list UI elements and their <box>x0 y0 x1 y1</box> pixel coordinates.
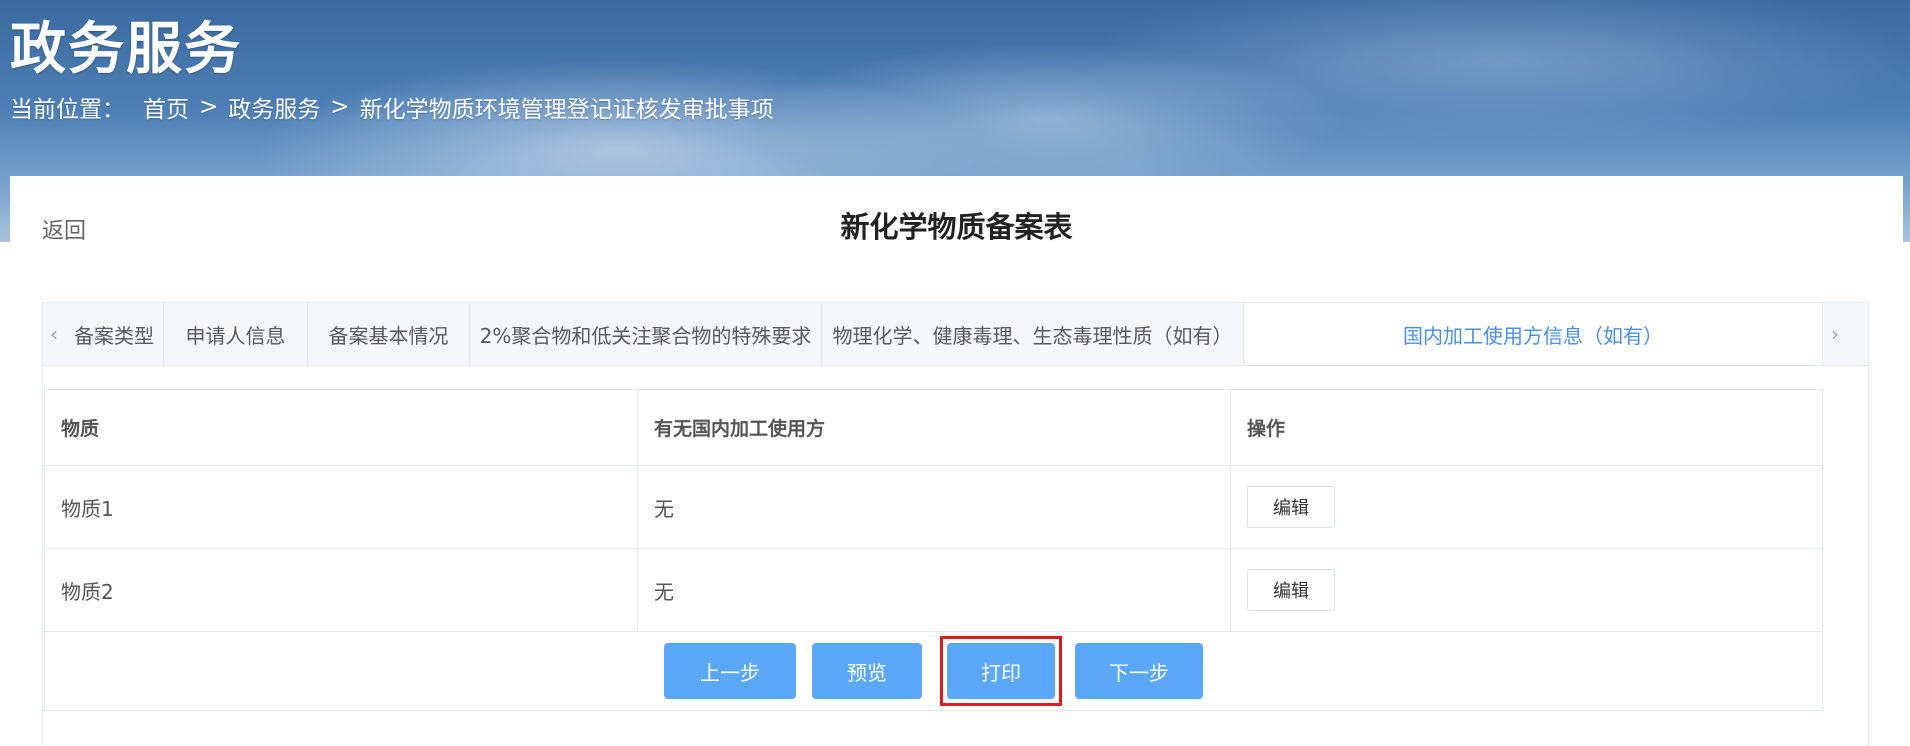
substance-name-cell: 物质1 <box>45 466 638 548</box>
breadcrumb: 当前位置： 首页 > 政务服务 > 新化学物质环境管理登记证核发审批事项 <box>10 90 774 124</box>
domestic-user-cell: 无 <box>638 549 1231 631</box>
tab-polymer-requirements[interactable]: 2%聚合物和低关注聚合物的特殊要求 <box>470 303 822 365</box>
action-cell: 编辑 <box>1231 466 1822 548</box>
tab-applicant-info[interactable]: 申请人信息 <box>164 303 308 365</box>
tab-domestic-processor-info[interactable]: 国内加工使用方信息（如有） <box>1244 303 1822 365</box>
next-step-button[interactable]: 下一步 <box>1075 643 1203 699</box>
column-header-action: 操作 <box>1247 418 1286 440</box>
table-row: 物质1 无 编辑 <box>45 466 1822 549</box>
breadcrumb-label: 当前位置： <box>10 97 125 123</box>
previous-step-button[interactable]: 上一步 <box>664 643 796 699</box>
action-cell: 编辑 <box>1231 549 1822 631</box>
breadcrumb-current-item[interactable]: 新化学物质环境管理登记证核发审批事项 <box>360 90 774 124</box>
main-panel: 返回 新化学物质备案表 ‹ 备案类型 申请人信息 备案基本情况 2%聚合物和低关… <box>10 176 1903 746</box>
tab-physchem-toxicology[interactable]: 物理化学、健康毒理、生态毒理性质（如有） <box>822 303 1244 365</box>
domestic-user-cell: 无 <box>638 466 1231 548</box>
breadcrumb-separator: > <box>330 94 350 120</box>
page-header-title: 政务服务 <box>10 17 242 82</box>
table-row: 物质2 无 编辑 <box>45 549 1822 632</box>
edit-button[interactable]: 编辑 <box>1247 486 1335 528</box>
preview-button[interactable]: 预览 <box>812 643 922 699</box>
print-button-highlight: 打印 <box>940 636 1062 706</box>
form-actions: 上一步 预览 打印 下一步 <box>45 632 1822 710</box>
column-header-domestic-user: 有无国内加工使用方 <box>638 390 1231 465</box>
print-button[interactable]: 打印 <box>947 643 1055 699</box>
breadcrumb-separator: > <box>199 94 219 120</box>
substance-name-cell: 物质2 <box>45 549 638 631</box>
tab-scroll-right-icon[interactable]: › <box>1822 303 1847 365</box>
breadcrumb-home-link[interactable]: 首页 <box>143 90 189 124</box>
breadcrumb-gov-services-link[interactable]: 政务服务 <box>228 90 320 124</box>
column-header-substance: 物质 <box>45 390 638 465</box>
form-title: 新化学物质备案表 <box>840 210 1073 244</box>
table-header-row: 物质 有无国内加工使用方 操作 <box>45 390 1822 466</box>
tab-filing-type[interactable]: 备案类型 <box>65 303 164 365</box>
edit-button[interactable]: 编辑 <box>1247 569 1335 611</box>
tab-bar: ‹ 备案类型 申请人信息 备案基本情况 2%聚合物和低关注聚合物的特殊要求 物理… <box>42 302 1869 366</box>
substance-table: 物质 有无国内加工使用方 操作 物质1 无 编辑 物质2 无 编辑 上一步 预览… <box>44 389 1823 711</box>
tab-scroll-left-icon[interactable]: ‹ <box>43 303 65 365</box>
tab-filing-basic-info[interactable]: 备案基本情况 <box>308 303 470 365</box>
